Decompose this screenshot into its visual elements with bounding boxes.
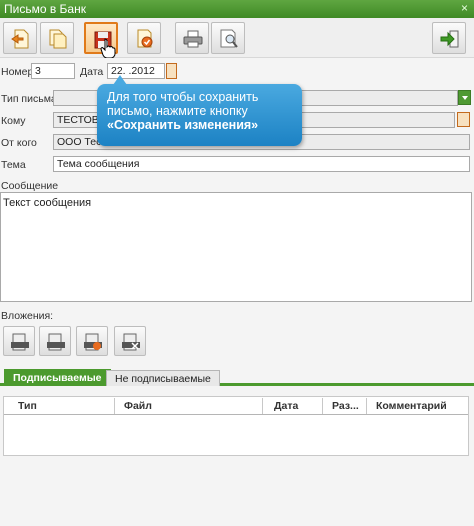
from-label: От кого — [1, 137, 37, 149]
column-divider — [322, 398, 323, 414]
save-hint-tooltip: Для того чтобы сохранить письмо, нажмите… — [97, 75, 302, 146]
printer-icon — [183, 30, 203, 48]
preview-button[interactable] — [211, 22, 245, 54]
print-button[interactable] — [175, 22, 209, 54]
attach-edit-icon — [84, 333, 102, 351]
number-field[interactable]: 3 — [31, 63, 75, 79]
address-book-icon[interactable] — [457, 112, 470, 127]
tooltip-text: Для того чтобы сохранить письмо, нажмите… — [107, 90, 259, 118]
attachments-label: Вложения: — [1, 310, 54, 322]
attach-open-icon — [47, 333, 65, 351]
copy-button[interactable] — [40, 22, 74, 54]
tooltip-bold-text: «Сохранить изменения» — [107, 118, 259, 132]
column-size[interactable]: Раз... — [332, 400, 359, 412]
column-comment[interactable]: Комментарий — [376, 400, 447, 412]
attach-delete-icon — [122, 333, 140, 351]
column-type[interactable]: Тип — [18, 400, 37, 412]
attach-delete-button[interactable] — [114, 326, 146, 356]
new-document-icon — [11, 29, 29, 49]
calendar-icon[interactable] — [166, 63, 177, 79]
to-label: Кому — [1, 115, 26, 127]
main-toolbar — [0, 18, 474, 58]
subject-field[interactable]: Тема сообщения — [53, 156, 470, 172]
message-label: Сообщение — [1, 180, 59, 192]
table-header: Тип Файл Дата Раз... Комментарий — [4, 397, 468, 415]
date-label: Дата — [80, 66, 104, 78]
column-divider — [114, 398, 115, 414]
type-label: Тип письма — [1, 93, 57, 105]
hand-cursor-icon — [100, 38, 116, 58]
copy-icon — [49, 29, 67, 49]
tab-signed[interactable]: Подписываемые — [4, 369, 111, 386]
attach-add-button[interactable] — [3, 326, 35, 356]
exit-icon — [440, 30, 459, 48]
chevron-down-icon[interactable] — [458, 90, 471, 105]
exit-button[interactable] — [432, 22, 466, 54]
column-divider — [262, 398, 263, 414]
column-file[interactable]: Файл — [124, 400, 152, 412]
subject-label: Тема — [1, 159, 26, 171]
window-title: Письмо в Банк — [4, 2, 86, 16]
tab-unsigned[interactable]: Не подписываемые — [106, 370, 220, 386]
attach-edit-button[interactable] — [76, 326, 108, 356]
close-icon[interactable]: × — [461, 1, 468, 15]
save-button[interactable] — [84, 22, 118, 58]
attach-open-button[interactable] — [39, 326, 71, 356]
column-divider — [366, 398, 367, 414]
preview-icon — [220, 29, 238, 48]
new-letter-button[interactable] — [3, 22, 37, 54]
sign-icon — [137, 29, 153, 48]
tab-strip: Подписываемые Не подписываемые — [0, 366, 474, 386]
attachments-table: Тип Файл Дата Раз... Комментарий — [3, 396, 469, 456]
number-label: Номер — [1, 66, 34, 78]
column-date[interactable]: Дата — [274, 400, 298, 412]
attach-add-icon — [11, 333, 29, 351]
message-textarea[interactable]: Текст сообщения — [0, 192, 472, 302]
title-bar: Письмо в Банк × — [0, 0, 474, 18]
sign-button[interactable] — [127, 22, 161, 54]
